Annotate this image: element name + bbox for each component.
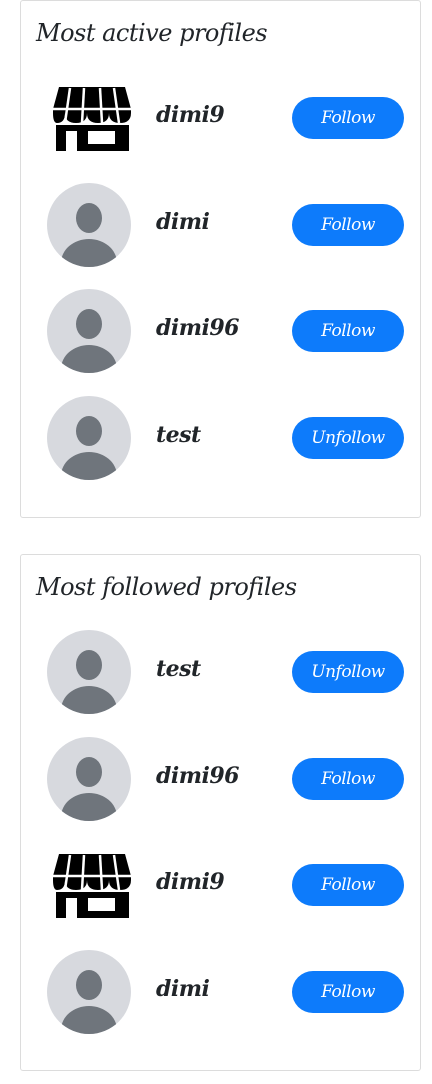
profile-row: dimi Follow xyxy=(21,183,420,267)
profile-row: dimi9 Follow xyxy=(21,76,420,160)
follow-button[interactable]: Follow xyxy=(292,310,404,352)
default-avatar-icon[interactable] xyxy=(47,950,131,1034)
follow-button[interactable]: Follow xyxy=(292,97,404,139)
unfollow-button[interactable]: Unfollow xyxy=(292,651,404,693)
follow-button[interactable]: Follow xyxy=(292,758,404,800)
profile-name[interactable]: dimi96 xyxy=(156,763,240,789)
follow-button[interactable]: Follow xyxy=(292,971,404,1013)
profile-name[interactable]: dimi96 xyxy=(156,315,240,341)
most-active-profiles-card: Most active profiles dimi9 Follow dimi F… xyxy=(20,0,421,518)
profile-row: dimi Follow xyxy=(21,950,420,1034)
profile-name[interactable]: test xyxy=(156,656,201,682)
default-avatar-icon[interactable] xyxy=(47,396,131,480)
card-title: Most followed profiles xyxy=(36,573,297,601)
profile-row: dimi96 Follow xyxy=(21,289,420,373)
default-avatar-icon[interactable] xyxy=(47,630,131,714)
profile-name[interactable]: test xyxy=(156,422,201,448)
profile-row: test Unfollow xyxy=(21,630,420,714)
default-avatar-icon[interactable] xyxy=(47,183,131,267)
card-title: Most active profiles xyxy=(36,19,268,47)
profile-name[interactable]: dimi xyxy=(156,976,210,1002)
profile-row: dimi9 Follow xyxy=(21,843,420,927)
follow-button[interactable]: Follow xyxy=(292,204,404,246)
profile-name[interactable]: dimi9 xyxy=(156,102,225,128)
store-icon[interactable] xyxy=(47,843,131,927)
unfollow-button[interactable]: Unfollow xyxy=(292,417,404,459)
profile-row: test Unfollow xyxy=(21,396,420,480)
default-avatar-icon[interactable] xyxy=(47,289,131,373)
most-followed-profiles-card: Most followed profiles test Unfollow dim… xyxy=(20,554,421,1071)
profile-row: dimi96 Follow xyxy=(21,737,420,821)
store-icon[interactable] xyxy=(47,76,131,160)
profile-name[interactable]: dimi9 xyxy=(156,869,225,895)
profile-name[interactable]: dimi xyxy=(156,209,210,235)
default-avatar-icon[interactable] xyxy=(47,737,131,821)
follow-button[interactable]: Follow xyxy=(292,864,404,906)
